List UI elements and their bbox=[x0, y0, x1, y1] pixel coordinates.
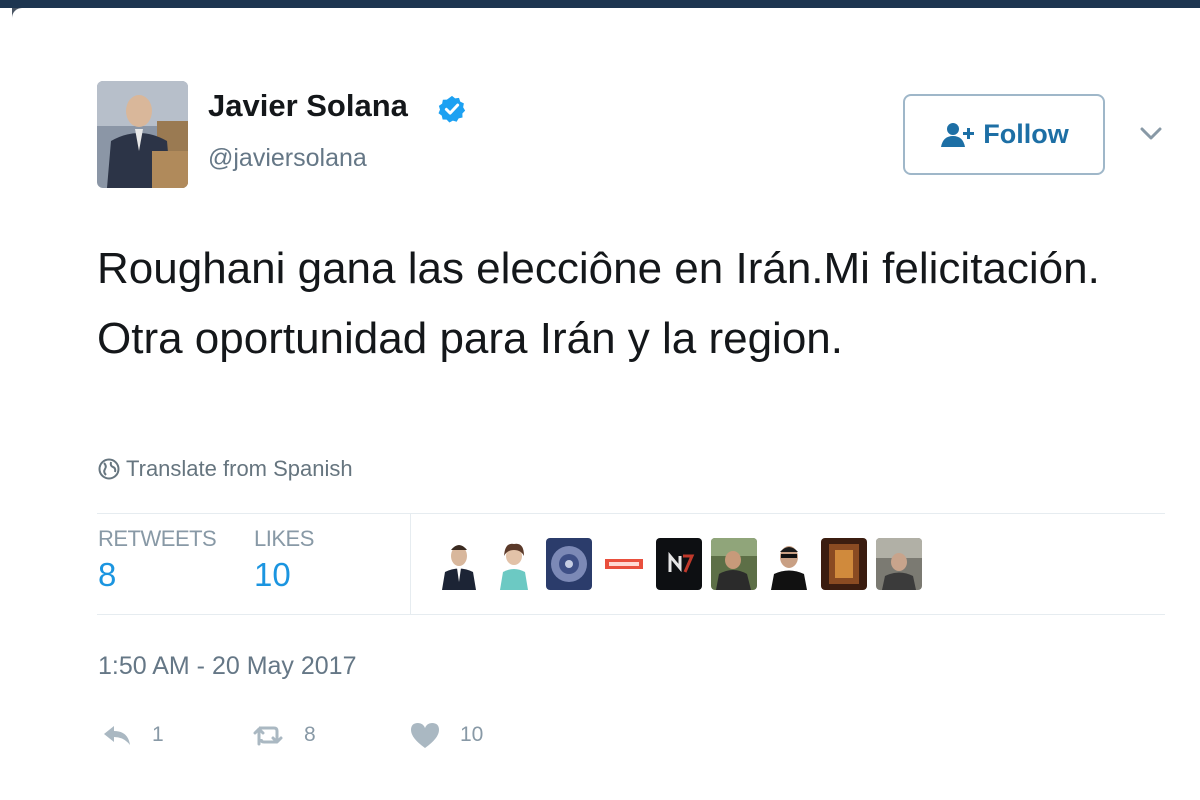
liker-avatar[interactable] bbox=[491, 538, 537, 590]
liker-avatar[interactable] bbox=[821, 538, 867, 590]
profile-avatar[interactable] bbox=[97, 81, 188, 188]
liker-avatar[interactable] bbox=[436, 538, 482, 590]
likes-label: LIKES bbox=[254, 526, 314, 551]
tweet-timestamp[interactable]: 1:50 AM - 20 May 2017 bbox=[98, 652, 356, 681]
translate-label: Translate from Spanish bbox=[126, 456, 353, 481]
retweet-button[interactable]: 8 bbox=[252, 720, 316, 750]
retweets-stat[interactable]: RETWEETS 8 bbox=[98, 526, 217, 594]
divider bbox=[410, 513, 411, 614]
chevron-down-icon[interactable] bbox=[1136, 120, 1166, 146]
reply-icon bbox=[104, 726, 130, 745]
liker-avatar[interactable] bbox=[711, 538, 757, 590]
add-user-icon bbox=[941, 122, 975, 147]
reply-count: 1 bbox=[152, 723, 164, 746]
globe-icon bbox=[98, 458, 120, 480]
like-count: 10 bbox=[460, 723, 484, 746]
liker-avatar[interactable] bbox=[876, 538, 922, 590]
retweets-count: 8 bbox=[98, 556, 117, 593]
follow-label: Follow bbox=[983, 119, 1069, 149]
user-handle[interactable]: @javiersolana bbox=[208, 144, 367, 173]
retweets-label: RETWEETS bbox=[98, 526, 217, 551]
likes-count: 10 bbox=[254, 556, 291, 593]
follow-button[interactable]: Follow bbox=[903, 94, 1105, 175]
retweet-count: 8 bbox=[304, 723, 316, 746]
liker-avatar[interactable] bbox=[656, 538, 702, 590]
divider bbox=[97, 513, 1165, 514]
like-button[interactable]: 10 bbox=[408, 720, 483, 750]
liker-avatar[interactable] bbox=[601, 538, 647, 590]
display-name[interactable]: Javier Solana bbox=[208, 88, 408, 124]
divider bbox=[97, 614, 1165, 615]
top-bar bbox=[0, 0, 1200, 8]
liker-avatar[interactable] bbox=[546, 538, 592, 590]
liker-avatars bbox=[436, 538, 922, 590]
retweet-icon bbox=[253, 726, 283, 746]
likes-stat[interactable]: LIKES 10 bbox=[254, 526, 314, 594]
page-background-strip bbox=[0, 8, 12, 800]
translate-link[interactable]: Translate from Spanish bbox=[98, 456, 353, 482]
liker-avatar[interactable] bbox=[766, 538, 812, 590]
heart-icon bbox=[411, 723, 439, 748]
verified-badge-icon bbox=[438, 95, 466, 123]
tweet-card: Javier Solana @javiersolana Follow Rough… bbox=[12, 8, 1200, 800]
tweet-text: Roughani gana las elecciône en Irán.Mi f… bbox=[97, 244, 1100, 363]
reply-button[interactable]: 1 bbox=[100, 720, 164, 750]
